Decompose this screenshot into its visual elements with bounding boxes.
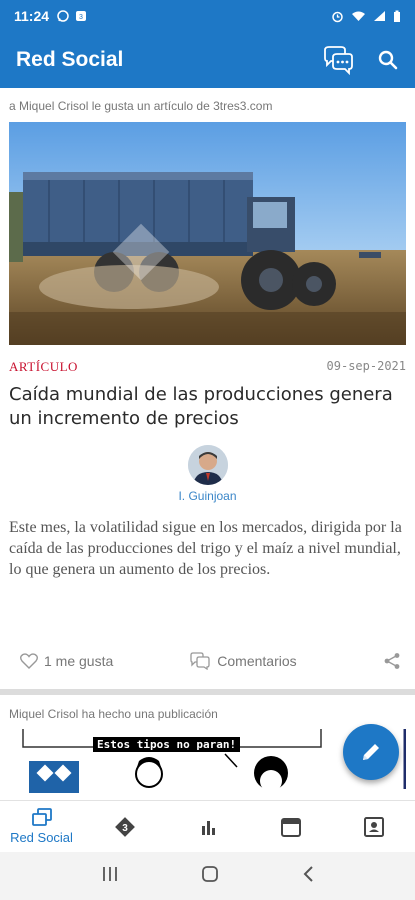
back-icon — [303, 865, 313, 882]
search-button[interactable] — [377, 49, 399, 71]
battery-icon — [394, 10, 400, 22]
bottom-navigation: Red Social 3 — [0, 800, 415, 852]
app-screen: 11:24 3 Red Social a Miquel Crisol le gu… — [0, 0, 415, 900]
system-navigation — [0, 852, 415, 900]
comments-label: Comentarios — [217, 653, 297, 669]
3tres3-logo-icon: 3 — [114, 816, 135, 837]
article-badge: ARTÍCULO — [9, 359, 78, 374]
social-feed[interactable]: a Miquel Crisol le gusta un artículo de … — [0, 88, 415, 800]
nav-red-social[interactable]: Red Social — [0, 801, 83, 852]
article-author[interactable]: I. Guinjoan — [0, 445, 415, 503]
svg-text:3: 3 — [79, 14, 83, 21]
recents-icon — [103, 866, 118, 881]
comments-icon — [190, 652, 210, 670]
alarm-icon — [332, 11, 343, 22]
pencil-icon — [363, 744, 379, 760]
bar-chart-icon — [201, 820, 215, 835]
article-excerpt[interactable]: Este mes, la volatilidad sigue en los me… — [0, 503, 415, 580]
app-notification-icon: 3 — [76, 11, 87, 21]
author-name[interactable]: I. Guinjoan — [178, 489, 236, 503]
article-date: 09-sep-2021 — [326, 359, 406, 373]
article-meta: ARTÍCULO 09-sep-2021 — [0, 345, 415, 375]
back-button[interactable] — [302, 865, 314, 888]
post2-activity-line: Miquel Crisol ha hecho una publicación — [9, 707, 218, 721]
nav-contacts[interactable] — [332, 801, 415, 852]
nav-red-social-label: Red Social — [10, 830, 73, 845]
author-portrait — [187, 445, 228, 485]
chat-icon — [324, 46, 353, 75]
svg-text:3: 3 — [122, 823, 128, 834]
search-icon — [378, 50, 398, 70]
post-actions: 1 me gusta Comentarios — [0, 644, 415, 678]
like-count: 1 me gusta — [44, 653, 114, 669]
nav-calendar[interactable] — [249, 801, 332, 852]
status-time: 11:24 — [14, 8, 50, 24]
recents-button[interactable] — [101, 866, 119, 887]
author-avatar[interactable] — [187, 445, 228, 485]
comments-button[interactable]: Comentarios — [189, 652, 297, 670]
post-divider — [0, 689, 415, 695]
app-title: Red Social — [16, 48, 124, 71]
signal-icon — [374, 11, 385, 21]
article-headline[interactable]: Caída mundial de las producciones genera… — [0, 375, 415, 431]
compose-button[interactable] — [343, 724, 399, 780]
wifi-icon — [352, 11, 365, 21]
post-activity-line: a Miquel Crisol le gusta un artículo de … — [9, 99, 273, 113]
tractor-trailer-image — [9, 122, 406, 345]
whatsapp-icon — [57, 10, 69, 22]
contact-card-icon — [363, 816, 384, 837]
share-icon — [384, 653, 400, 669]
heart-icon — [20, 653, 38, 669]
chat-button[interactable] — [321, 45, 355, 75]
social-feed-icon — [31, 808, 52, 826]
calendar-icon — [280, 817, 301, 837]
nav-3tres3[interactable]: 3 — [83, 801, 166, 852]
share-button[interactable] — [383, 652, 401, 670]
nav-stats[interactable] — [166, 801, 249, 852]
like-button[interactable]: 1 me gusta — [20, 653, 113, 669]
home-button[interactable] — [201, 865, 219, 888]
status-bar: 11:24 3 — [0, 0, 415, 32]
comic-caption: Estos tipos no paran! — [93, 737, 241, 752]
home-icon — [202, 865, 219, 882]
article-photo[interactable] — [9, 122, 406, 345]
app-bar: Red Social — [0, 32, 415, 88]
